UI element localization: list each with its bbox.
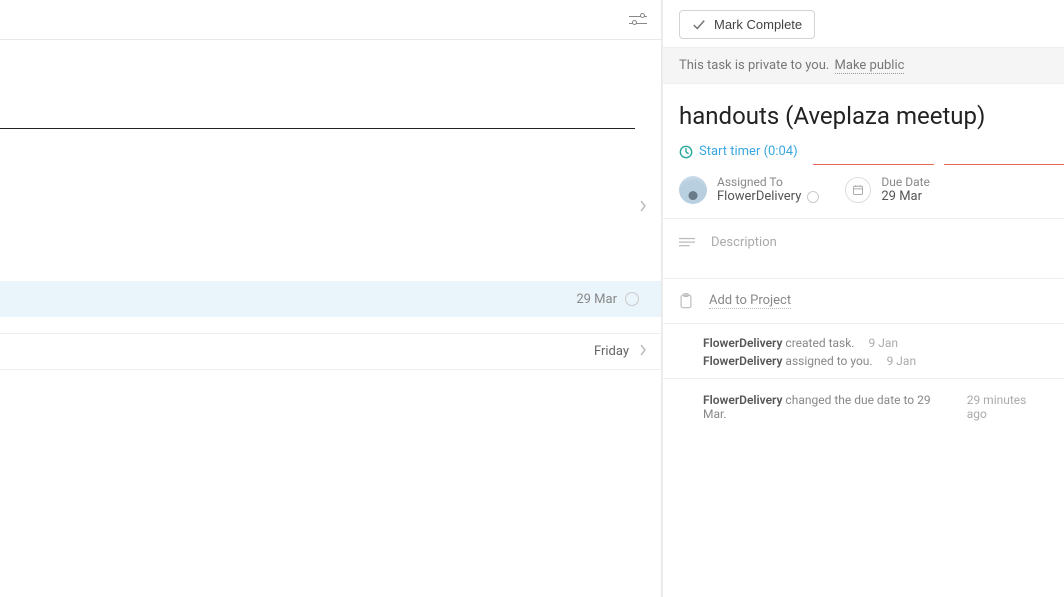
chevron-right-icon xyxy=(639,344,647,359)
task-row-collapsed[interactable] xyxy=(0,189,661,225)
description-row[interactable]: Description xyxy=(663,219,1064,279)
timer-icon xyxy=(679,145,693,159)
check-icon xyxy=(692,18,706,32)
assignee-empty-icon xyxy=(625,292,639,306)
activity-item: FlowerDelivery created task. 9 Jan xyxy=(703,334,1048,352)
activity-actor: FlowerDelivery xyxy=(703,354,782,368)
calendar-icon-wrap xyxy=(845,177,871,203)
activity-item: FlowerDelivery changed the due date to 2… xyxy=(703,391,1048,423)
add-to-project-link[interactable]: Add to Project xyxy=(709,293,791,309)
activity-text: assigned to you. xyxy=(785,354,872,368)
section-underline xyxy=(0,128,635,129)
detail-toolbar: Mark Complete xyxy=(663,0,1064,47)
assignee-name: FlowerDelivery xyxy=(717,189,801,204)
due-date-block[interactable]: Due Date 29 Mar xyxy=(845,175,930,204)
activity-timestamp: 9 Jan xyxy=(868,336,898,350)
clipboard-icon xyxy=(679,293,693,309)
privacy-text: This task is private to you. xyxy=(679,58,829,73)
calendar-icon xyxy=(852,184,864,196)
assigned-to-label: Assigned To xyxy=(717,175,819,189)
day-group-label: Friday xyxy=(594,344,629,359)
activity-item: FlowerDelivery assigned to you. 9 Jan xyxy=(703,352,1048,370)
activity-timestamp: 29 minutes ago xyxy=(967,393,1048,421)
description-placeholder: Description xyxy=(711,235,777,250)
list-toolbar xyxy=(0,0,661,40)
task-list-pane: 29 Mar Friday xyxy=(0,0,662,597)
mark-complete-button[interactable]: Mark Complete xyxy=(679,10,815,39)
due-date-value: 29 Mar xyxy=(881,189,930,204)
task-due-date: 29 Mar xyxy=(576,292,617,307)
assignee-avatar xyxy=(679,176,707,204)
mark-complete-label: Mark Complete xyxy=(714,17,802,32)
timer-underline xyxy=(813,164,1064,166)
privacy-banner: This task is private to you. Make public xyxy=(663,47,1064,84)
timer-row: Start timer (0:04) xyxy=(663,136,1064,169)
assigned-to-block[interactable]: Assigned To FlowerDelivery xyxy=(679,175,819,204)
make-public-link[interactable]: Make public xyxy=(835,58,905,74)
start-timer-link[interactable]: Start timer (0:04) xyxy=(699,144,798,159)
activity-log: FlowerDelivery created task. 9 Jan Flowe… xyxy=(663,324,1064,379)
task-detail-pane: Mark Complete This task is private to yo… xyxy=(662,0,1064,597)
task-title[interactable]: handouts (Aveplaza meetup) xyxy=(663,84,1064,136)
add-to-project-row[interactable]: Add to Project xyxy=(663,279,1064,324)
chevron-right-icon xyxy=(639,200,647,215)
status-circle-icon xyxy=(807,191,819,203)
meta-row: Assigned To FlowerDelivery Due Date 29 M… xyxy=(663,169,1064,219)
activity-text: created task. xyxy=(785,336,854,350)
description-icon xyxy=(679,237,695,249)
filter-icon[interactable] xyxy=(629,11,647,29)
activity-timestamp: 9 Jan xyxy=(887,354,917,368)
due-date-label: Due Date xyxy=(881,175,930,189)
day-group-row[interactable]: Friday xyxy=(0,334,661,370)
activity-log-recent: FlowerDelivery changed the due date to 2… xyxy=(663,379,1064,431)
activity-actor: FlowerDelivery xyxy=(703,336,782,350)
selected-task-row[interactable]: 29 Mar xyxy=(0,281,661,317)
activity-actor: FlowerDelivery xyxy=(703,393,782,407)
